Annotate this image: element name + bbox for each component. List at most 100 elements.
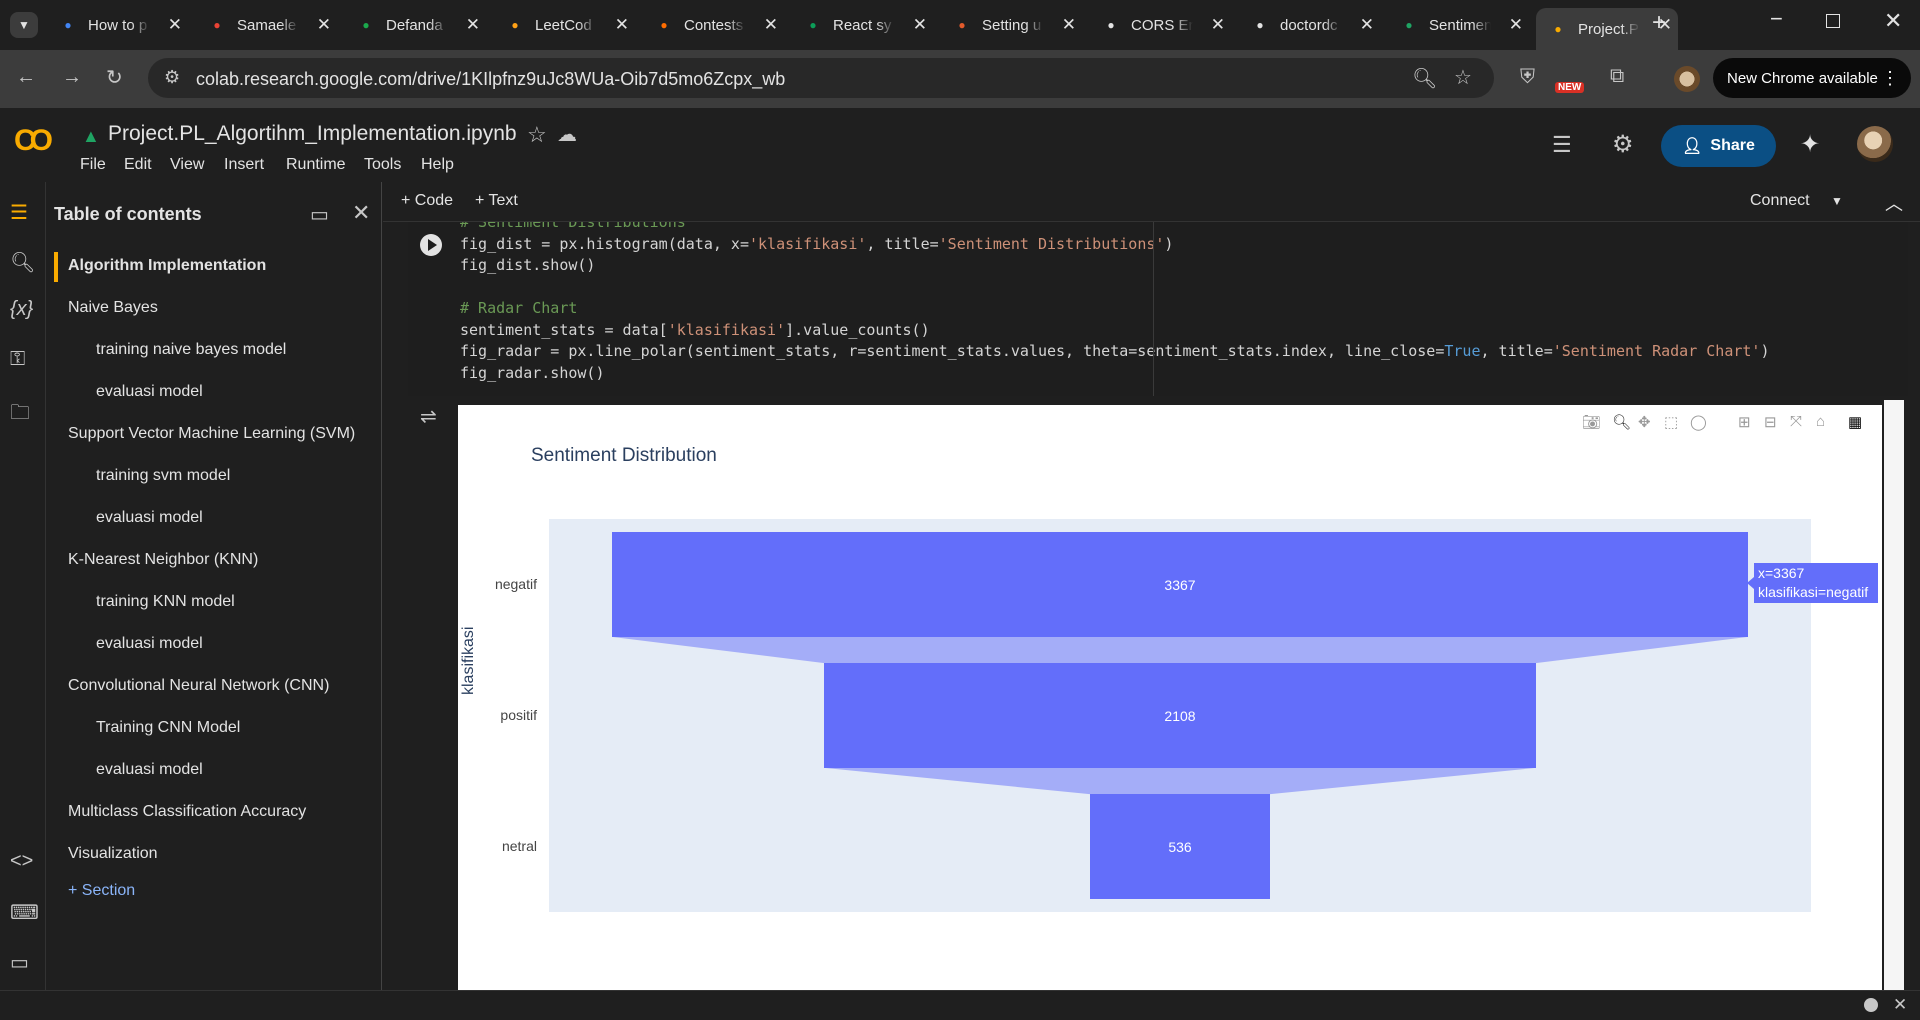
toc-item[interactable]: Training CNN Model xyxy=(96,719,240,737)
connect-button[interactable]: Connect xyxy=(1750,192,1810,210)
output-actions-icon[interactable]: ⇌ xyxy=(420,404,437,429)
puzzle-extensions-icon[interactable]: ⧉ xyxy=(1610,65,1624,88)
notebook-title[interactable]: Project.PL_Algortihm_Implementation.ipyn… xyxy=(108,122,517,146)
minimize-button[interactable]: − xyxy=(1770,6,1783,32)
forward-icon[interactable]: → xyxy=(62,66,82,89)
zoom-icon[interactable]: 🔍︎ xyxy=(1612,413,1631,431)
menu-insert[interactable]: Insert xyxy=(224,156,264,174)
add-code-button[interactable]: + Code xyxy=(401,192,453,210)
toc-item[interactable]: evaluasi model xyxy=(96,509,203,527)
account-avatar[interactable] xyxy=(1857,126,1893,162)
box-select-icon[interactable]: ⬚ xyxy=(1664,413,1678,431)
browser-tab[interactable]: ● Setting u ✕ xyxy=(940,8,1082,42)
tab-close-icon[interactable]: ✕ xyxy=(764,15,778,35)
menu-edit[interactable]: Edit xyxy=(124,156,152,174)
toc-item[interactable]: training KNN model xyxy=(96,593,235,611)
toc-item[interactable]: evaluasi model xyxy=(96,635,203,653)
toc-item[interactable]: Convolutional Neural Network (CNN) xyxy=(68,677,329,695)
autoscale-icon[interactable]: ⤧ xyxy=(1790,413,1802,430)
browser-tab[interactable]: ● Contests ✕ xyxy=(642,8,784,42)
toc-item[interactable]: Support Vector Machine Learning (SVM) xyxy=(68,425,355,443)
settings-gear-icon[interactable]: ⚙ xyxy=(1612,130,1634,159)
toc-item[interactable]: training svm model xyxy=(96,467,230,485)
back-icon[interactable]: ← xyxy=(16,66,36,89)
tab-close-icon[interactable]: ✕ xyxy=(615,15,629,35)
comments-icon[interactable]: ☰ xyxy=(1552,132,1572,158)
share-button[interactable]: 👤︎ Share xyxy=(1661,125,1776,167)
tab-search-button[interactable]: ▼ xyxy=(10,12,38,38)
zoom-in-icon[interactable]: ⊞ xyxy=(1738,413,1751,431)
toc-item[interactable]: training naive bayes model xyxy=(96,341,286,359)
menu-runtime[interactable]: Runtime xyxy=(286,156,346,174)
lasso-icon[interactable]: ◯ xyxy=(1690,413,1707,431)
tab-close-icon[interactable]: ✕ xyxy=(466,15,480,35)
browser-tab[interactable]: ● React sy ✕ xyxy=(791,8,933,42)
cloud-saved-icon[interactable]: ☁ xyxy=(557,122,577,147)
address-bar[interactable]: ⚙ colab.research.google.com/drive/1KIlpf… xyxy=(148,58,1494,98)
reset-axes-icon[interactable]: ⌂ xyxy=(1816,413,1825,430)
reload-icon[interactable]: ↻ xyxy=(106,65,123,90)
toc-item[interactable]: evaluasi model xyxy=(96,383,203,401)
browser-tab[interactable]: ● Samaele ✕ xyxy=(195,8,337,42)
collapse-header-icon[interactable]: ︿ xyxy=(1885,190,1903,216)
menu-view[interactable]: View xyxy=(170,156,204,174)
code-snippets-icon[interactable]: <> xyxy=(10,850,33,873)
toc-item[interactable]: Visualization xyxy=(68,845,158,863)
toc-item[interactable]: Naive Bayes xyxy=(68,299,158,317)
command-palette-icon[interactable]: ⌨ xyxy=(10,900,39,925)
browser-tab[interactable]: ● LeetCod ✕ xyxy=(493,8,635,42)
more-vert-icon[interactable]: ⋮ xyxy=(1881,68,1899,89)
restore-button[interactable] xyxy=(1826,14,1840,28)
secrets-key-icon[interactable]: ⚿ xyxy=(10,348,25,371)
browser-tab[interactable]: ● doctordc ✕ xyxy=(1238,8,1380,42)
menu-help[interactable]: Help xyxy=(421,156,454,174)
site-info-icon[interactable]: ⚙ xyxy=(164,67,180,88)
plot-area[interactable]: 3367 negatif 2108 positif 536 netral xyxy=(495,519,1811,912)
open-in-tab-icon[interactable]: ▭ xyxy=(310,202,329,227)
profile-avatar[interactable] xyxy=(1674,66,1700,92)
browser-tab[interactable]: ● CORS Er ✕ xyxy=(1089,8,1231,42)
variables-icon[interactable]: {x} xyxy=(10,298,33,321)
find-icon[interactable]: 🔍︎ xyxy=(10,250,35,275)
browser-tab[interactable]: ● Defanda ✕ xyxy=(344,8,486,42)
code-editor[interactable]: # Sentiment Distributions fig_dist = px.h… xyxy=(460,222,1769,384)
bookmark-star-icon[interactable]: ☆ xyxy=(1454,65,1472,90)
browser-tab[interactable]: ● Sentimen ✕ xyxy=(1387,8,1529,42)
connect-dropdown-icon[interactable]: ▼ xyxy=(1831,194,1843,208)
menu-tools[interactable]: Tools xyxy=(364,156,401,174)
files-folder-icon[interactable]: 🗀 xyxy=(10,398,30,432)
gemini-sparkle-icon[interactable]: ✦ xyxy=(1800,130,1820,159)
close-status-icon[interactable]: ✕ xyxy=(1893,995,1907,1015)
toc-item[interactable]: K-Nearest Neighbor (KNN) xyxy=(68,551,258,569)
close-window-button[interactable]: ✕ xyxy=(1884,8,1902,34)
new-chrome-available-button[interactable]: New Chrome available ⋮ xyxy=(1713,58,1911,98)
camera-icon[interactable]: 📷︎ xyxy=(1582,413,1601,431)
tab-close-icon[interactable]: ✕ xyxy=(317,15,331,35)
close-panel-icon[interactable]: ✕ xyxy=(352,200,370,226)
pan-icon[interactable]: ✥ xyxy=(1638,413,1651,431)
tab-close-icon[interactable]: ✕ xyxy=(1211,15,1225,35)
output-scrollbar[interactable] xyxy=(1884,400,1904,990)
table-of-contents-icon[interactable]: ☰ xyxy=(10,200,28,225)
zoom-icon[interactable]: 🔍︎ xyxy=(1412,66,1437,91)
code-cell[interactable]: # Sentiment Distributions fig_dist = px.h… xyxy=(408,222,1908,396)
colab-logo-icon[interactable]: CO xyxy=(14,124,53,158)
run-cell-button[interactable] xyxy=(420,234,442,256)
tab-close-icon[interactable]: ✕ xyxy=(913,15,927,35)
new-tab-button[interactable]: + xyxy=(1652,9,1666,37)
plotly-logo-icon[interactable]: ▦ xyxy=(1848,413,1862,431)
add-section-button[interactable]: + Section xyxy=(68,882,135,900)
browser-tab[interactable]: ● How to p ✕ xyxy=(46,8,188,42)
menu-file[interactable]: File xyxy=(80,156,106,174)
tab-close-icon[interactable]: ✕ xyxy=(1509,15,1523,35)
terminal-icon[interactable]: ▭ xyxy=(10,950,29,975)
zoom-out-icon[interactable]: ⊟ xyxy=(1764,413,1777,431)
star-icon[interactable]: ☆ xyxy=(527,122,547,148)
tab-close-icon[interactable]: ✕ xyxy=(1062,15,1076,35)
tab-close-icon[interactable]: ✕ xyxy=(1360,15,1374,35)
toc-item[interactable]: Multiclass Classification Accuracy xyxy=(68,803,306,821)
add-text-button[interactable]: + Text xyxy=(475,192,518,210)
toc-item[interactable]: evaluasi model xyxy=(96,761,203,779)
shield-extension-icon[interactable]: ⛨ xyxy=(1520,66,1535,89)
tab-close-icon[interactable]: ✕ xyxy=(168,15,182,35)
